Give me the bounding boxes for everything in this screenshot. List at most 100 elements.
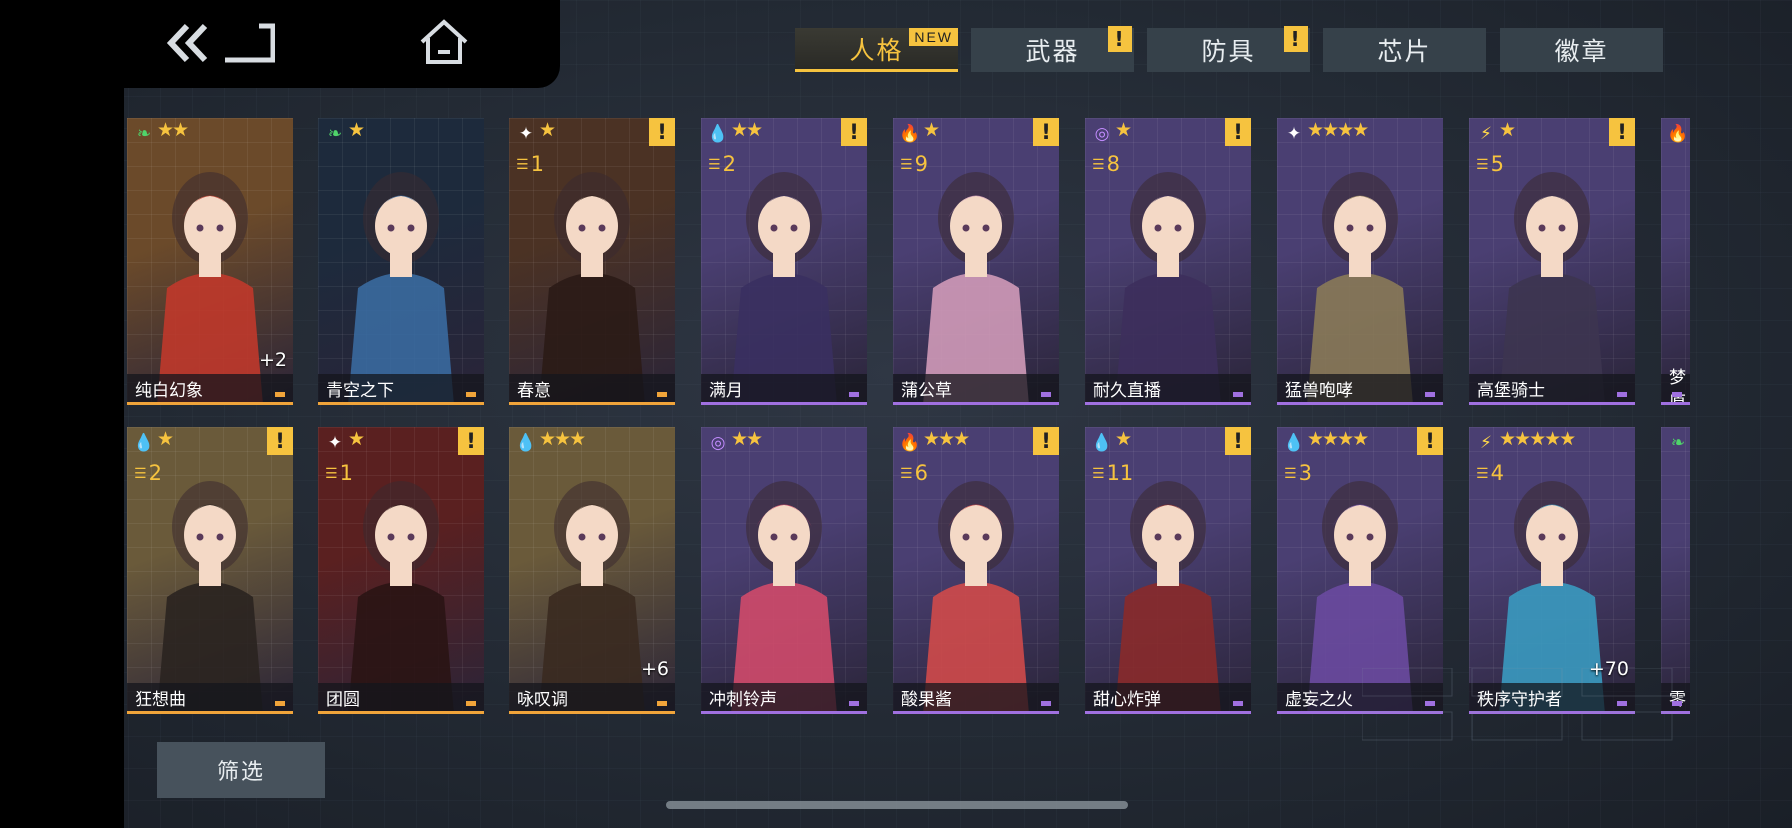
character-name: 高堡骑士 [1469, 374, 1635, 402]
water-element-icon: 💧 [1091, 432, 1113, 453]
level-value: 11 [1106, 461, 1134, 485]
star-rating: ★ [348, 119, 365, 141]
level-icon: ☰ [1092, 156, 1105, 173]
alert-badge: ! [1108, 26, 1132, 52]
alert-badge: ! [1225, 118, 1251, 146]
home-button[interactable] [418, 18, 470, 68]
tab-0[interactable]: 人格 NEW [795, 28, 958, 72]
character-name: 猛兽咆哮 [1277, 374, 1443, 402]
character-card[interactable]: 💧 ★★★ +6 咏叹调 [509, 427, 675, 714]
rarity-bar [1661, 402, 1690, 405]
star-rating: ★ [1115, 119, 1132, 141]
level-icon: ☰ [516, 156, 529, 173]
star-rating: ★★★ [539, 428, 586, 450]
tab-2[interactable]: 防具! [1147, 26, 1310, 72]
back-button[interactable] [165, 18, 276, 68]
character-card[interactable]: 💧 ★! ☰ 11 甜心炸弹 [1085, 427, 1251, 714]
rarity-marker [466, 701, 476, 706]
level-value: 2 [722, 152, 736, 176]
filter-button[interactable]: 筛选 [157, 742, 325, 798]
star-rating: ★ [1499, 119, 1516, 141]
rarity-marker [1672, 392, 1682, 397]
alert-badge: ! [1609, 118, 1635, 146]
star-rating: ★★★★ [1307, 428, 1369, 450]
level-icon: ☰ [900, 156, 913, 173]
rarity-marker [466, 392, 476, 397]
character-card[interactable]: ❧ ★ 青空之下 [318, 118, 484, 405]
rarity-bar [893, 711, 1059, 714]
alert-badge: ! [1033, 118, 1059, 146]
character-card[interactable]: 🔥 ★! ☰ 9 蒲公草 [893, 118, 1059, 405]
level-indicator: ☰ 11 [1092, 463, 1133, 484]
character-card[interactable]: 🔥 ★★★! ☰ 6 酸果酱 [893, 427, 1059, 714]
fire-element-icon: 🔥 [1667, 123, 1689, 144]
tab-label: 人格 [849, 35, 904, 65]
character-card[interactable]: 💧 ★★! ☰ 2 满月 [701, 118, 867, 405]
character-card[interactable]: 🔥 梦原 [1661, 118, 1690, 405]
home-icon [420, 19, 468, 64]
alert-badge: ! [1417, 427, 1443, 455]
character-figure [348, 172, 454, 405]
alert-badge: ! [267, 427, 293, 455]
character-card[interactable]: ❧ ★★ +2 纯白幻象 [127, 118, 293, 405]
star-rating: ★★ [731, 119, 763, 141]
fire-element-icon: 🔥 [899, 123, 921, 144]
level-icon: ☰ [134, 465, 147, 482]
fire-element-icon: 🔥 [899, 432, 921, 453]
rarity-marker [275, 392, 285, 397]
wind-element-icon: ❧ [1670, 432, 1686, 453]
character-card[interactable]: ◎ ★★ 冲刺铃声 [701, 427, 867, 714]
level-value: 2 [148, 461, 162, 485]
character-name: 酸果酱 [893, 683, 1059, 711]
alert-badge: ! [1225, 427, 1251, 455]
alert-badge: ! [841, 118, 867, 146]
rarity-bar [509, 402, 675, 405]
level-icon: ☰ [900, 465, 913, 482]
double-chevron-back-icon [166, 23, 276, 63]
level-indicator: ☰ 4 [1476, 463, 1504, 484]
character-name: 青空之下 [318, 374, 484, 402]
rarity-marker [275, 701, 285, 706]
character-card[interactable]: ✦ ★! ☰ 1 团圆 [318, 427, 484, 714]
tab-label: 防具 [1201, 37, 1256, 66]
level-icon: ☰ [708, 156, 721, 173]
level-value: 5 [1490, 152, 1504, 176]
character-name: 甜心炸弹 [1085, 683, 1251, 711]
character-figure [731, 481, 837, 714]
character-card[interactable]: ✦ ★★★★ 猛兽咆哮 [1277, 118, 1443, 405]
horizontal-scrollbar[interactable] [666, 801, 1128, 809]
character-card[interactable]: ◎ ★! ☰ 8 耐久直播 [1085, 118, 1251, 405]
star-rating: ★ [157, 428, 174, 450]
tab-label: 芯片 [1377, 37, 1432, 66]
character-card[interactable]: ✦ ★! ☰ 1 春意 [509, 118, 675, 405]
rarity-bar [1085, 402, 1251, 405]
wind-element-icon: ❧ [136, 123, 152, 144]
level-value: 3 [1298, 461, 1312, 485]
level-indicator: ☰ 2 [134, 463, 162, 484]
level-icon: ☰ [1476, 465, 1489, 482]
tab-4[interactable]: 徽章 [1500, 28, 1663, 72]
star-rating: ★★★ [923, 428, 970, 450]
rarity-bar [1469, 402, 1635, 405]
light-element-icon: ✦ [327, 432, 343, 453]
alert-badge: ! [1033, 427, 1059, 455]
level-indicator: ☰ 2 [708, 154, 736, 175]
tab-3[interactable]: 芯片 [1323, 28, 1486, 72]
thunder-element-icon: ⚡ [1480, 432, 1492, 453]
inventory-screen: 人格 NEW 武器! 防具! 芯片 徽章 ❧ ★★ +2 纯白幻象 ❧ ★ 青空之下 ✦ ★! ☰ 1 春意 💧 ★… [0, 0, 1792, 828]
tab-1[interactable]: 武器! [971, 26, 1134, 72]
rarity-bar [318, 711, 484, 714]
level-indicator: ☰ 8 [1092, 154, 1120, 175]
rarity-bar [509, 711, 675, 714]
level-indicator: ☰ 1 [516, 154, 544, 175]
character-name: 咏叹调 [509, 683, 675, 711]
character-card[interactable]: 💧 ★! ☰ 2 狂想曲 [127, 427, 293, 714]
rarity-marker [1041, 392, 1051, 397]
character-card[interactable]: ⚡ ★! ☰ 5 高堡骑士 [1469, 118, 1635, 405]
star-rating: ★ [923, 119, 940, 141]
star-rating: ★★ [731, 428, 763, 450]
level-indicator: ☰ 9 [900, 154, 928, 175]
psychic-element-icon: ◎ [1094, 123, 1110, 144]
bonus-count: +2 [258, 349, 287, 371]
rarity-bar [893, 402, 1059, 405]
